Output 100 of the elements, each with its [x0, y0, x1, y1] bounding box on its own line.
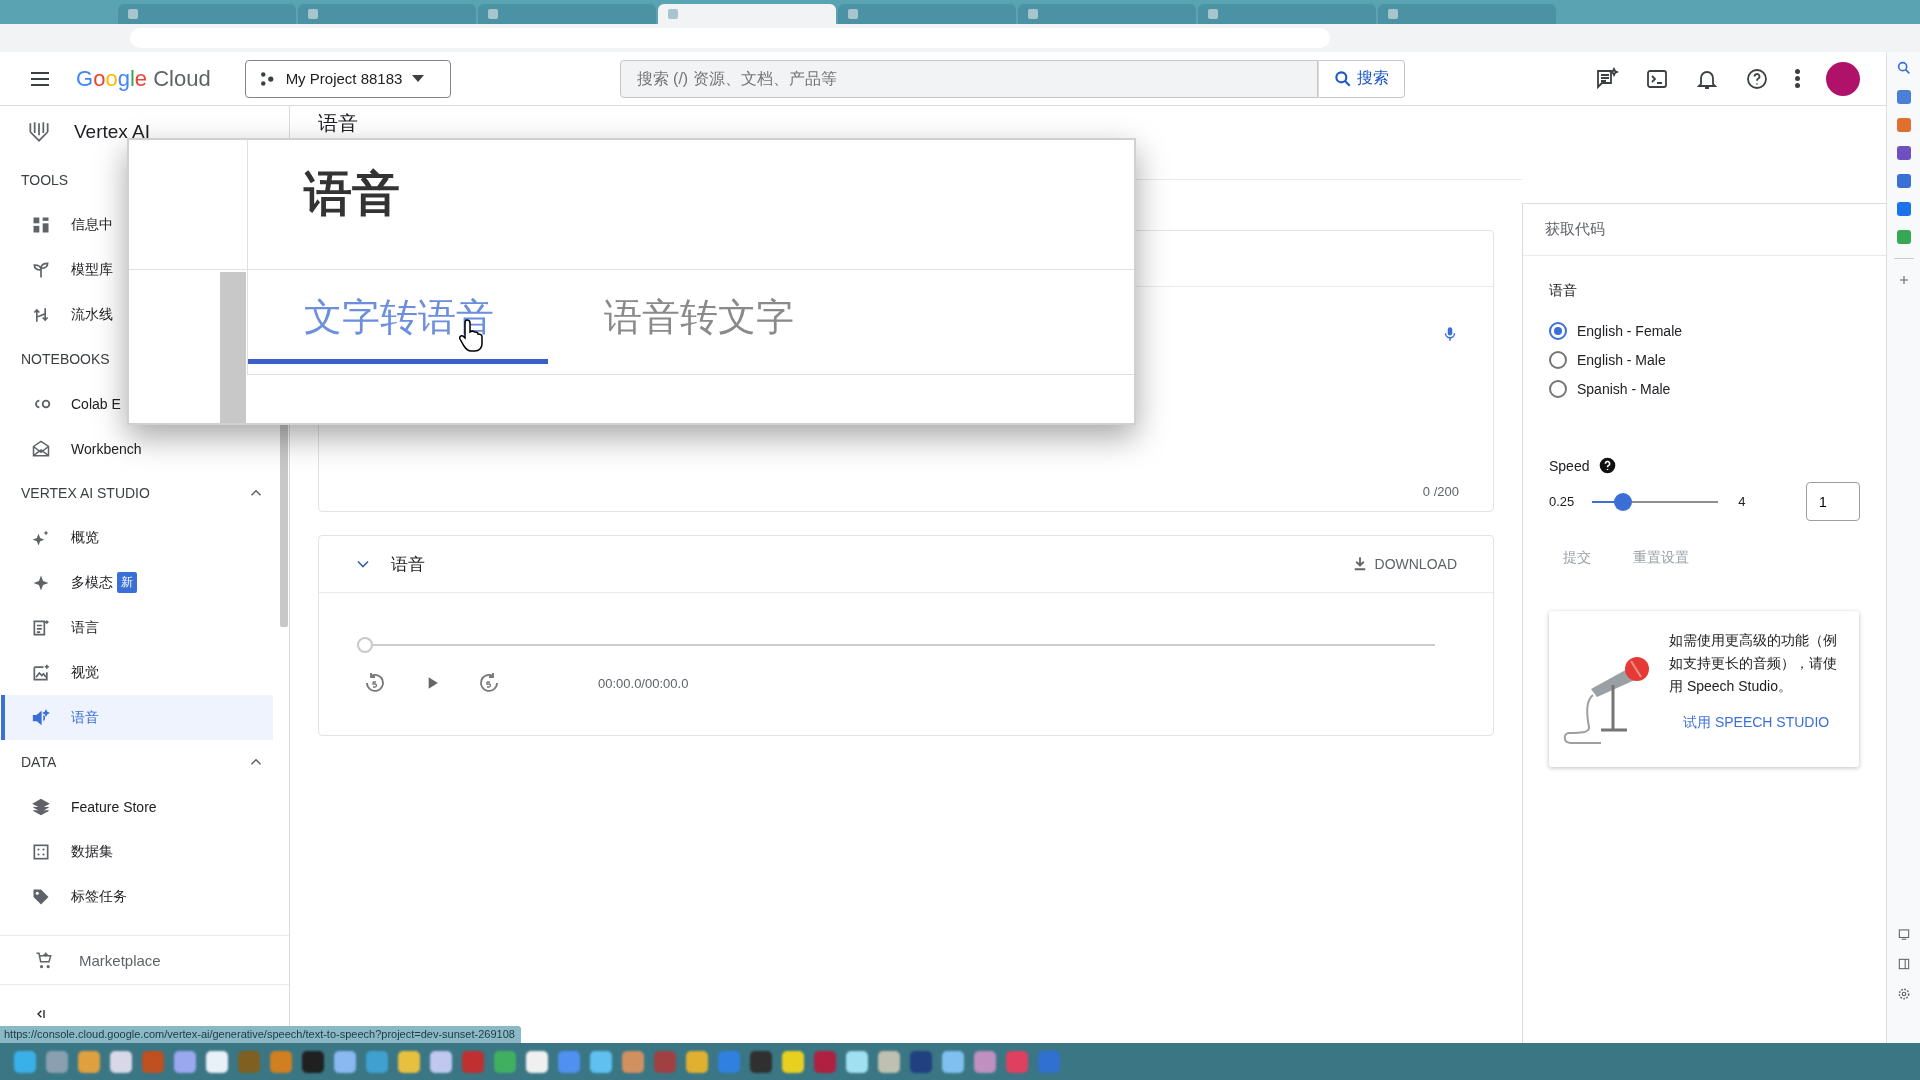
browser-tab[interactable]: [1198, 4, 1376, 24]
sidebar-item[interactable]: 标签任务: [1, 874, 273, 919]
taskbar-app-icon[interactable]: [782, 1050, 804, 1073]
taskbar-app-icon[interactable]: [942, 1050, 964, 1073]
help-icon: [1745, 66, 1769, 91]
section-heading: DATA: [21, 754, 57, 770]
radio-icon[interactable]: [1549, 321, 1567, 340]
radio-icon[interactable]: [1549, 350, 1567, 369]
speed-slider[interactable]: [1592, 491, 1719, 512]
taskbar-app-icon[interactable]: [494, 1050, 516, 1073]
sidebar-item[interactable]: 数据集: [1, 829, 273, 874]
favicon-icon: [1388, 9, 1398, 19]
taskbar-app-icon[interactable]: [366, 1050, 388, 1073]
rewind-button[interactable]: [363, 671, 387, 695]
slider-max-label: 4: [1738, 494, 1746, 509]
sidebar-item[interactable]: Marketplace: [0, 935, 289, 985]
help-icon: [1599, 457, 1617, 474]
sidebar-item[interactable]: 视觉: [1, 650, 273, 695]
sidebar-item[interactable]: 语言: [1, 605, 273, 650]
taskbar-app-icon[interactable]: [110, 1050, 132, 1073]
extension-icon[interactable]: [1896, 230, 1911, 244]
browser-tab[interactable]: [1378, 4, 1556, 24]
browser-tab[interactable]: [838, 4, 1016, 24]
google-cloud-logo[interactable]: Google Cloud: [76, 65, 211, 92]
taskbar-app-icon[interactable]: [78, 1050, 100, 1073]
promo-text: 如需使用更高级的功能（例如支持更长的音频），请使用 Speech Studio。: [1669, 631, 1838, 696]
taskbar-app-icon[interactable]: [174, 1050, 196, 1073]
voice-option[interactable]: English - Female: [1549, 316, 1860, 345]
sidebar-item[interactable]: 多模态 新: [1, 560, 273, 605]
taskbar-app-icon[interactable]: [46, 1050, 68, 1073]
project-selector[interactable]: My Project 88183: [244, 59, 451, 98]
taskbar-app-icon[interactable]: [526, 1050, 548, 1073]
download-button[interactable]: DOWNLOAD: [1346, 551, 1461, 577]
taskbar-app-icon[interactable]: [398, 1050, 420, 1073]
extension-icon[interactable]: [1896, 202, 1911, 216]
taskbar-app-icon[interactable]: [590, 1050, 612, 1073]
extension-icon[interactable]: [1896, 118, 1911, 132]
taskbar-app-icon[interactable]: [1006, 1050, 1028, 1073]
avatar[interactable]: [1826, 61, 1860, 96]
time-display: 00:00.0/00:00.0: [598, 675, 689, 691]
taskbar-app-icon[interactable]: [334, 1050, 356, 1073]
kebab-icon: [1795, 69, 1800, 88]
taskbar-app-icon[interactable]: [974, 1050, 996, 1073]
chat-sparkle-button[interactable]: [1595, 66, 1619, 91]
browser-tab[interactable]: [298, 4, 476, 24]
favicon-icon: [308, 9, 318, 19]
speech-studio-link[interactable]: 试用 SPEECH STUDIO: [1683, 714, 1845, 732]
taskbar-app-icon[interactable]: [878, 1050, 900, 1073]
search-field[interactable]: 搜索 (/) 资源、文档、产品等: [619, 59, 1318, 98]
image-icon: [31, 662, 51, 683]
help-button[interactable]: [1745, 66, 1769, 91]
taskbar-app-icon[interactable]: [430, 1050, 452, 1073]
voice-option[interactable]: Spanish - Male: [1549, 374, 1860, 403]
browser-tab[interactable]: [118, 4, 296, 24]
status-url: https://console.cloud.google.com/vertex-ai/generative/speech/text-to-speech?project=dev-sunset-269108: [0, 1026, 521, 1043]
scrollbar[interactable]: [220, 272, 246, 423]
taskbar-app-icon[interactable]: [686, 1050, 708, 1073]
taskbar-app-icon[interactable]: [270, 1050, 292, 1073]
get-code-link[interactable]: 获取代码: [1545, 220, 1605, 239]
page-title: 语音: [318, 112, 358, 134]
extension-icon[interactable]: [1896, 174, 1911, 188]
favicon-icon: [668, 9, 678, 19]
voice-option[interactable]: English - Male: [1549, 345, 1860, 374]
taskbar-app-icon[interactable]: [622, 1050, 644, 1073]
speaker-icon: [31, 707, 51, 728]
radio-icon[interactable]: [1549, 379, 1567, 398]
speed-input[interactable]: 1: [1806, 482, 1860, 521]
section-heading: NOTEBOOKS: [21, 351, 110, 367]
layers-icon: [31, 796, 51, 817]
browser-tab[interactable]: [1018, 4, 1196, 24]
extension-icon[interactable]: [1896, 90, 1911, 104]
speed-label: Speed: [1549, 457, 1590, 474]
sidebar-item[interactable]: Feature Store: [1, 784, 273, 829]
taskbar-app-icon[interactable]: [814, 1050, 836, 1073]
taskbar-app-icon[interactable]: [206, 1050, 228, 1073]
slider-min-label: 0.25: [1549, 494, 1575, 509]
slider-thumb[interactable]: [1613, 492, 1632, 511]
search-button[interactable]: 搜索: [1317, 59, 1405, 98]
search-icon: [1895, 60, 1912, 76]
taskbar-app-icon[interactable]: [558, 1050, 580, 1073]
new-badge: 新: [117, 572, 137, 593]
more-button[interactable]: [1795, 69, 1800, 88]
sidebar-item[interactable]: 语音: [1, 695, 273, 740]
sidebar-item[interactable]: Workbench: [1, 426, 273, 471]
browser-tab[interactable]: [658, 4, 836, 24]
taskbar-app-icon[interactable]: [718, 1050, 740, 1073]
taskbar-app-icon[interactable]: [846, 1050, 868, 1073]
sidebar-item[interactable]: 概览: [1, 515, 273, 560]
taskbar-app-icon[interactable]: [910, 1050, 932, 1073]
audio-progress[interactable]: [357, 637, 1435, 653]
panel-icon: [1896, 957, 1911, 971]
extension-icon[interactable]: [1896, 146, 1911, 160]
window-icon: [1896, 927, 1911, 941]
card-title: 语音: [391, 553, 425, 576]
browser-tab[interactable]: [478, 4, 656, 24]
taskbar-app-icon[interactable]: [302, 1050, 324, 1073]
taskbar-app-icon[interactable]: [14, 1050, 36, 1073]
forward-button[interactable]: [477, 671, 501, 695]
progress-thumb[interactable]: [357, 637, 373, 653]
taskbar-app-icon[interactable]: [750, 1050, 772, 1073]
